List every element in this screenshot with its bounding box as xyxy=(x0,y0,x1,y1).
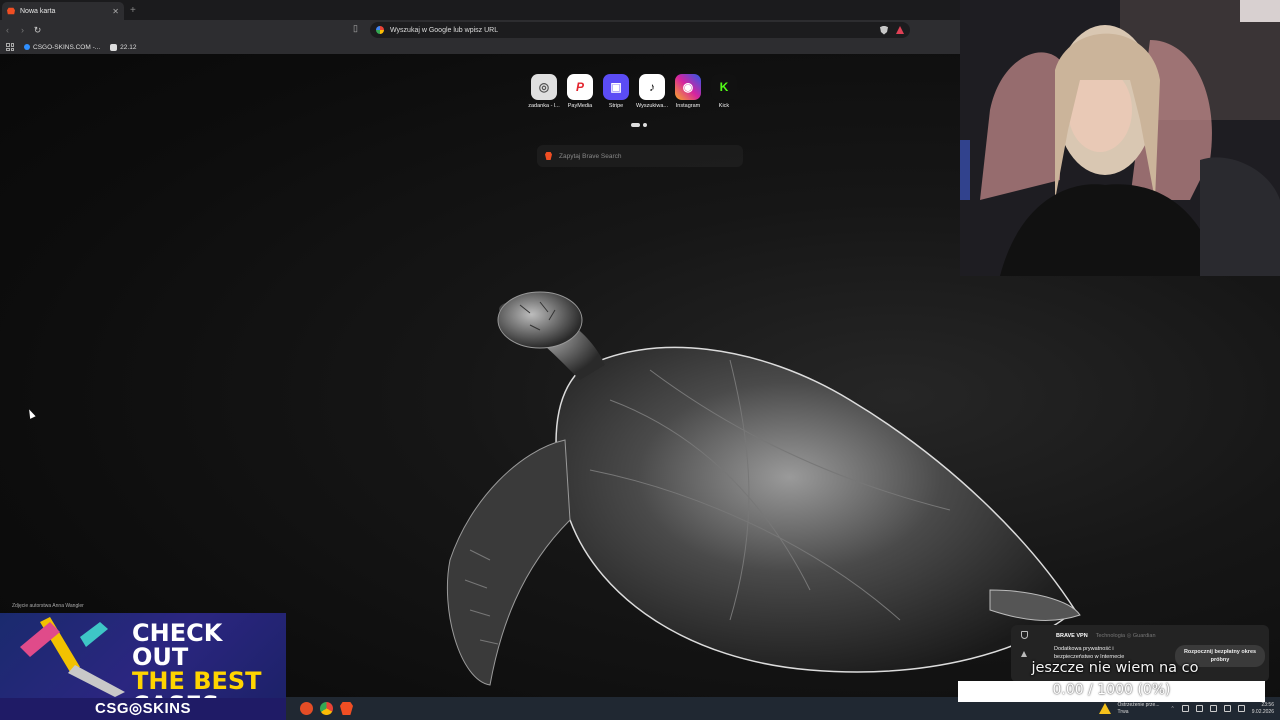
donation-goal-title: jeszcze nie wiem na co xyxy=(1031,660,1199,676)
top-site-instagram[interactable]: ◉ Instagram xyxy=(674,74,702,109)
kick-icon: K xyxy=(711,74,737,100)
close-tab-icon[interactable]: ✕ xyxy=(112,7,119,16)
vpn-title: BRAVE VPN Technologia ◎ Guardian xyxy=(1056,633,1156,639)
bookmark-label: CSGO-SKINS.COM -... xyxy=(33,43,101,51)
turtle-background-image xyxy=(446,291,1081,686)
bookmark-csgo-skins[interactable]: CSGO-SKINS.COM -... xyxy=(24,44,100,51)
vpn-description: Dodatkowa prywatność i bezpieczeństwo w … xyxy=(1054,646,1125,660)
webcam-overlay xyxy=(960,0,1280,276)
vpn-title-text: BRAVE VPN xyxy=(1056,633,1088,639)
ad-line-1: CHECK OUT xyxy=(132,619,223,671)
stripe-icon: ▣ xyxy=(603,74,629,100)
photo-credit[interactable]: Zdjęcie autorstwa Anna Wangler xyxy=(12,603,84,609)
top-sites: ◎ zadanka - l... P PayMedia ▣ Stripe ♪ W… xyxy=(528,74,738,109)
streamer-camera-image xyxy=(960,0,1280,276)
brave-taskbar-icon[interactable] xyxy=(340,702,353,715)
top-sites-pager[interactable] xyxy=(631,123,647,127)
top-site-label: Kick xyxy=(718,103,730,109)
top-site-label: Stripe xyxy=(608,103,624,109)
google-icon xyxy=(376,26,384,34)
volume-icon[interactable] xyxy=(1223,705,1231,712)
brave-logo-icon xyxy=(545,152,552,160)
top-site-label: zadanka - l... xyxy=(528,103,560,109)
top-site-kick[interactable]: K Kick xyxy=(710,74,738,109)
globe-icon xyxy=(24,44,30,50)
battery-icon[interactable] xyxy=(1237,705,1245,712)
top-site-paymedia[interactable]: P PayMedia xyxy=(566,74,594,109)
brave-shields-icon[interactable] xyxy=(880,25,888,35)
bookmark-label: 22.12 xyxy=(120,43,137,51)
bookmarks-bar: CSGO-SKINS.COM -... 22.12 xyxy=(0,40,960,54)
forward-icon[interactable]: › xyxy=(15,25,30,35)
bookmark-icon[interactable]: ▯ xyxy=(353,23,363,37)
paymedia-icon: P xyxy=(567,74,593,100)
warning-icon xyxy=(1021,651,1027,657)
top-site-label: PayMedia xyxy=(567,103,593,109)
search-placeholder: Zapytaj Brave Search xyxy=(559,152,622,160)
address-bar[interactable]: Wyszukaj w Google lub wpisz URL xyxy=(370,22,910,38)
shield-icon xyxy=(1021,631,1028,639)
reload-icon[interactable]: ↻ xyxy=(30,25,45,36)
time: 23:56 xyxy=(1261,701,1274,708)
csgo-skins-ad[interactable]: CHECK OUT THE BEST CASES CSG◎SKINS xyxy=(0,613,286,720)
chevron-up-icon[interactable]: ⌃ xyxy=(1171,706,1175,712)
wifi-icon[interactable] xyxy=(1209,705,1217,712)
mouse-cursor-icon xyxy=(26,408,36,419)
tiktok-icon: ♪ xyxy=(639,74,665,100)
toolbar: ‹ › ↻ ▯ Wyszukaj w Google lub wpisz URL xyxy=(0,20,960,40)
brave-rewards-icon[interactable] xyxy=(896,26,904,34)
network-icon[interactable] xyxy=(1181,705,1189,712)
page-icon xyxy=(110,43,118,51)
screen: Nowa karta ✕ + ‹ › ↻ ▯ Wyszukaj w Google… xyxy=(0,0,1280,720)
ad-brand: CSG◎SKINS xyxy=(0,698,286,720)
new-tab-button[interactable]: + xyxy=(130,5,136,16)
tab-new-tab[interactable]: Nowa karta ✕ xyxy=(2,2,124,20)
clock[interactable]: 23:56 9.02.2026 xyxy=(1252,702,1274,716)
brave-icon xyxy=(7,7,15,15)
bookmark-22-12[interactable]: 22.12 xyxy=(110,43,137,51)
back-icon[interactable]: ‹ xyxy=(0,25,15,35)
top-site-label: Instagram xyxy=(675,103,701,109)
top-site-stripe[interactable]: ▣ Stripe xyxy=(602,74,630,109)
address-placeholder: Wyszukaj w Google lub wpisz URL xyxy=(390,26,499,34)
tray-notification[interactable]: Ostrzeżenie prze... Trwa xyxy=(1118,702,1164,716)
brave-search-box[interactable]: Zapytaj Brave Search xyxy=(537,145,743,167)
pager-dot-active[interactable] xyxy=(631,123,640,127)
top-site-label: Wyszukiwa... xyxy=(635,103,669,109)
top-site-tiktok[interactable]: ♪ Wyszukiwa... xyxy=(636,74,668,109)
pager-dot[interactable] xyxy=(643,123,647,127)
taskbar-app-icon[interactable] xyxy=(300,702,313,715)
instagram-icon: ◉ xyxy=(675,74,701,100)
ad-line-2: THE BEST xyxy=(132,667,262,695)
apps-grid-icon[interactable] xyxy=(6,43,14,51)
onedrive-icon[interactable] xyxy=(1195,705,1203,712)
vpn-subtitle: Technologia ◎ Guardian xyxy=(1095,633,1156,639)
tab-title: Nowa karta xyxy=(20,7,56,15)
donation-progress-text: 0.00 / 1000 (0%) xyxy=(1052,682,1171,698)
warning-icon[interactable] xyxy=(1098,703,1111,714)
date: 9.02.2026 xyxy=(1251,708,1274,715)
top-site-zadanka[interactable]: ◎ zadanka - l... xyxy=(528,74,560,109)
knife-image xyxy=(20,617,125,697)
chrome-icon[interactable] xyxy=(320,702,333,715)
tab-strip: Nowa karta ✕ + xyxy=(0,0,960,20)
safari-like-icon: ◎ xyxy=(531,74,557,100)
